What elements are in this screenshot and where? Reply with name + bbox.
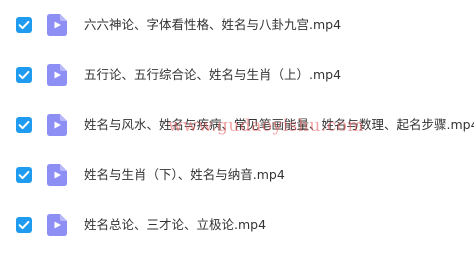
check-icon xyxy=(18,70,30,80)
file-name: 五行论、五行综合论、姓名与生肖（上）.mp4 xyxy=(84,67,342,82)
file-row[interactable]: 姓名与生肖（下）、姓名与纳音.mp4 xyxy=(0,154,474,196)
file-name: 姓名与风水、姓名与疾病、常见笔画能量、姓名与数理、起名步骤.mp4 xyxy=(84,117,474,132)
check-icon xyxy=(18,20,30,30)
checkbox[interactable] xyxy=(16,67,32,83)
file-list: 六六神论、字体看性格、姓名与八卦九宫.mp4 五行论、五行综合论、姓名与生肖（上… xyxy=(0,0,474,253)
file-name: 姓名与生肖（下）、姓名与纳音.mp4 xyxy=(84,167,285,182)
file-row[interactable]: 六六神论、字体看性格、姓名与八卦九宫.mp4 xyxy=(0,4,474,46)
file-row[interactable]: 五行论、五行综合论、姓名与生肖（上）.mp4 xyxy=(0,54,474,96)
video-file-icon xyxy=(47,214,67,236)
video-file-icon xyxy=(47,64,67,86)
checkbox[interactable] xyxy=(16,167,32,183)
check-icon xyxy=(18,170,30,180)
check-icon xyxy=(18,220,30,230)
checkbox[interactable] xyxy=(16,117,32,133)
file-name: 六六神论、字体看性格、姓名与八卦九宫.mp4 xyxy=(84,17,342,32)
video-file-icon xyxy=(47,14,67,36)
file-name: 姓名总论、三才论、立极论.mp4 xyxy=(84,217,267,232)
checkbox[interactable] xyxy=(16,17,32,33)
file-row[interactable]: 姓名与风水、姓名与疾病、常见笔画能量、姓名与数理、起名步骤.mp4 xyxy=(0,104,474,146)
checkbox[interactable] xyxy=(16,217,32,233)
check-icon xyxy=(18,120,30,130)
file-row[interactable]: 姓名总论、三才论、立极论.mp4 xyxy=(0,204,474,246)
video-file-icon xyxy=(47,164,67,186)
video-file-icon xyxy=(47,114,67,136)
